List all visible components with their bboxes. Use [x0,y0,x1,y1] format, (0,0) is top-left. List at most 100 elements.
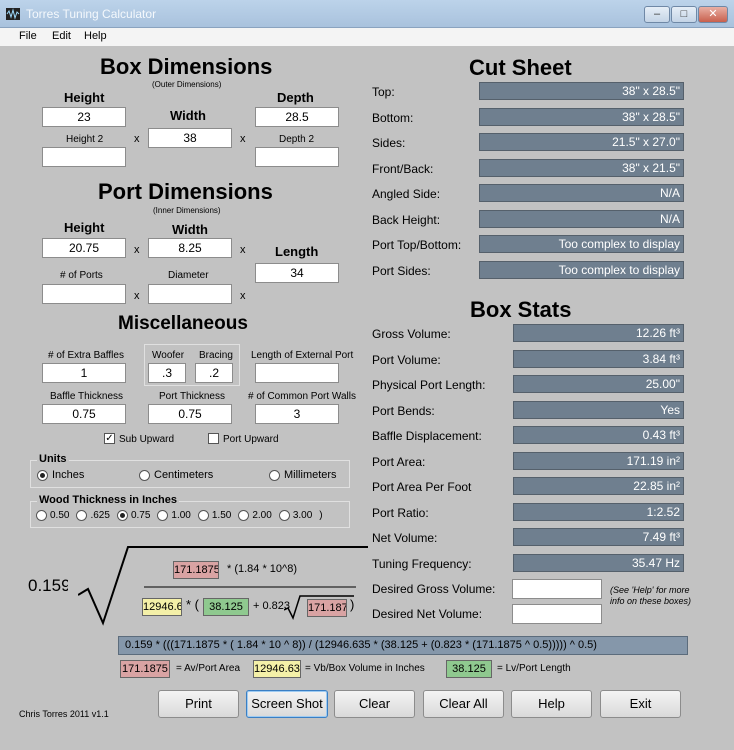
stat-row-label: Port Area: [372,454,426,469]
box-stats-title: Box Stats [470,297,572,322]
radio-mm[interactable] [269,469,280,481]
units-title: Units [37,453,69,465]
menu-help[interactable]: Help [84,30,107,42]
extra-baffles-label: # of Extra Baffles [48,350,124,361]
woofer-label: Woofer [152,350,185,361]
wood-option[interactable]: 1.50 [197,510,231,521]
stat-row-value: 12.26 ft³ [513,324,684,342]
wood-option[interactable]: 1.00 [157,510,191,521]
units-mm-option[interactable]: Millimeters [269,469,337,481]
formula-av: 171.1875 [173,561,219,579]
port-upward-checkbox[interactable] [208,433,219,444]
screenshot-button[interactable]: Screen Shot [246,690,328,718]
common-walls-label: # of Common Port Walls [248,391,356,402]
cut-sheet-title: Cut Sheet [469,55,572,80]
units-inches-label: Inches [52,469,85,481]
menu-file[interactable]: File [19,30,37,42]
wood-option-radio[interactable] [36,510,47,521]
legend-av-label: = Av/Port Area [176,663,241,674]
desired-net-input[interactable] [512,604,602,624]
extra-baffles-input[interactable]: 1 [42,363,126,383]
port-diameter-input[interactable] [148,284,232,304]
close-button[interactable]: ✕ [698,6,728,23]
maximize-button[interactable]: □ [671,6,697,23]
cut-row-label: Front/Back: [372,161,434,176]
minimize-icon: – [653,8,661,20]
cut-row-label: Port Sides: [372,263,431,278]
wood-option-label: 1.00 [171,510,191,521]
stat-row-value: 22.85 in² [513,477,684,495]
legend-vb: 12946.63 [253,660,301,678]
x-sign: x [240,290,246,302]
baffle-thickness-input[interactable]: 0.75 [42,404,126,424]
minimize-button[interactable]: – [644,6,670,23]
box-depth2-input[interactable] [255,147,339,167]
box-dimensions-subtitle: (Outer Dimensions) [152,80,222,89]
wood-option[interactable]: 0.75 [116,510,150,521]
wood-option[interactable]: 0.50 [36,510,69,521]
cut-row-label: Back Height: [372,212,441,227]
wood-option-radio[interactable] [278,510,290,521]
units-inches-option[interactable]: Inches [37,469,84,481]
formula-full: 0.159 * (((171.1875 * ( 1.84 * 10 ^ 8)) … [118,636,688,655]
legend-lv: 38.125 [446,660,492,678]
wood-option-label: 3.00 [292,510,313,521]
box-depth2-label: Depth 2 [279,134,315,145]
stat-row-value: Yes [513,400,684,419]
desired-gross-label: Desired Gross Volume: [372,582,496,596]
ext-port-label: Length of External Port [251,350,354,361]
clear-all-button[interactable]: Clear All [423,690,504,718]
woofer-input[interactable]: .3 [148,363,186,383]
wood-option-radio[interactable] [157,510,169,521]
port-length-input[interactable]: 34 [255,263,339,283]
sub-upward-label: Sub Upward [119,434,175,445]
cut-row-label: Sides: [372,136,406,150]
cut-row-value: Too complex to display [479,260,684,279]
port-diameter-label: Diameter [168,270,209,281]
wood-option-radio[interactable] [197,510,209,521]
wood-option-radio[interactable] [116,510,128,521]
wood-option[interactable]: 3.00 [278,510,313,521]
exit-button[interactable]: Exit [600,690,681,718]
stat-row-value: 3.84 ft³ [513,349,684,368]
box-height-label: Height [64,90,105,105]
stat-row-label: Gross Volume: [372,327,451,341]
units-cm-option[interactable]: Centimeters [139,469,213,481]
cut-row-value: N/A [479,184,684,202]
wood-option-radio[interactable] [76,510,88,521]
help-button[interactable]: Help [511,690,592,718]
stat-row-label: Tuning Frequency: [372,556,472,571]
radio-cm[interactable] [139,469,150,481]
ext-port-input[interactable] [255,363,339,383]
clear-button[interactable]: Clear [334,690,415,718]
box-depth-label: Depth [277,90,314,105]
stat-row-label: Net Volume: [372,531,438,545]
box-width-input[interactable]: 38 [148,128,232,148]
x-sign: x [240,244,246,256]
wood-option[interactable]: 2.00 [238,510,272,521]
menu-edit[interactable]: Edit [52,30,71,42]
formula-radical [78,546,368,626]
legend-vb-label: = Vb/Box Volume in Inches [305,663,425,674]
port-height-input[interactable]: 20.75 [42,238,126,258]
cut-row-value: 21.5" x 27.0" [479,133,684,151]
wood-option-radio[interactable] [238,510,250,521]
cut-row-value: N/A [479,209,684,228]
radio-inches[interactable] [37,469,48,481]
print-button[interactable]: Print [158,690,239,718]
port-thickness-input[interactable]: 0.75 [148,404,232,424]
sub-upward-checkbox[interactable]: ✓ [104,433,115,444]
port-count-input[interactable] [42,284,126,304]
stat-row-label: Port Ratio: [372,505,429,520]
wood-option[interactable]: .625 [76,510,110,521]
common-walls-input[interactable]: 3 [255,404,339,424]
box-height2-input[interactable] [42,147,126,167]
app-icon [6,8,20,20]
bracing-input[interactable]: .2 [195,363,233,383]
box-depth-input[interactable]: 28.5 [255,107,339,127]
port-width-input[interactable]: 8.25 [148,238,232,258]
port-dimensions-subtitle: (Inner Dimensions) [153,206,221,215]
box-height-input[interactable]: 23 [42,107,126,127]
desired-gross-input[interactable] [512,579,602,599]
credit-text: Chris Torres 2011 v1.1 [19,709,109,719]
